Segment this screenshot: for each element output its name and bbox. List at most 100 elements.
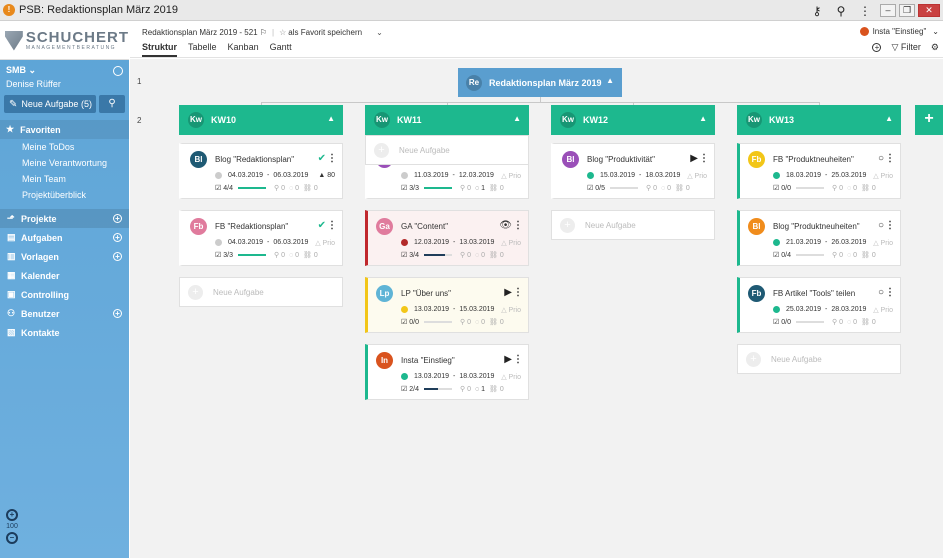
chevron-down-icon[interactable]: ⌄ <box>376 28 383 37</box>
new-task-placeholder[interactable]: + Neue Aufgabe <box>365 135 529 165</box>
nav-users[interactable]: ⚇ Benutzer + <box>0 304 129 323</box>
filter-button[interactable]: ▽ Filter <box>891 42 920 53</box>
progress-bar <box>424 254 453 256</box>
week-title: KW13 <box>769 115 795 125</box>
task-card[interactable]: Fb FB "Produktneuheiten" ○ ⋮ 18.03.2019-25.0… <box>737 143 901 199</box>
nav-projects[interactable]: ⬏ Projekte + <box>0 209 129 228</box>
add-column-button[interactable]: + <box>915 105 943 135</box>
task-status-play-icon[interactable]: ▶ <box>504 287 512 298</box>
more-vertical-icon[interactable]: ⋮ <box>885 220 895 231</box>
window-title: PSB: Redaktionsplan März 2019 <box>19 4 178 16</box>
nav-templates[interactable]: ▥ Vorlagen + <box>0 247 129 266</box>
add-project-icon[interactable]: + <box>113 214 122 223</box>
task-card[interactable]: Bl Blog "Produktneuheiten" ○ ⋮ 21.03.2019-26… <box>737 210 901 266</box>
nav-calendar[interactable]: ▦ Kalender <box>0 266 129 285</box>
more-vertical-icon[interactable]: ⋮ <box>327 153 337 164</box>
tab-kanban[interactable]: Kanban <box>228 42 259 57</box>
task-card[interactable]: Bl Blog "Redaktionsplan" ✔ ⋮ 04.03.2019-06.0… <box>179 143 343 199</box>
chevron-up-icon[interactable]: ▲ <box>606 76 614 85</box>
project-breadcrumb[interactable]: Redaktionsplan März 2019 - 521 <box>142 28 258 37</box>
add-icon[interactable]: + <box>872 43 882 52</box>
task-status-play-icon[interactable]: ▶ <box>504 354 512 365</box>
chevron-up-icon[interactable]: ▲ <box>885 114 893 123</box>
task-card[interactable]: Fb FB "Redaktionsplan" ✔ ⋮ 04.03.2019-06.03.… <box>179 210 343 266</box>
star-outline-icon[interactable]: ☆ <box>279 28 286 37</box>
zoom-level: 100 <box>6 523 18 530</box>
more-vertical-icon[interactable]: ⋮ <box>513 220 523 231</box>
link-count: ⛓ 0 <box>489 386 504 393</box>
task-status-play-icon[interactable]: ▶ <box>690 153 698 164</box>
week-column-header[interactable]: Kw KW12 ▲ <box>551 105 715 135</box>
chevron-up-icon[interactable]: ▲ <box>699 114 707 123</box>
task-status-done-icon[interactable]: ✔ <box>318 153 326 164</box>
save-favorite-link[interactable]: als Favorit speichern <box>288 28 362 37</box>
more-vertical-icon[interactable]: ⋮ <box>513 354 523 365</box>
fav-my-responsibility[interactable]: Meine Verantwortung <box>22 155 129 171</box>
restore-button[interactable]: ❐ <box>899 4 915 17</box>
key-icon[interactable]: ⚷ <box>805 4 829 18</box>
new-task-placeholder[interactable]: + Neue Aufgabe <box>179 277 343 307</box>
chevron-up-icon[interactable]: ▲ <box>327 114 335 123</box>
start-date: 13.03.2019 <box>414 373 450 380</box>
start-date: 04.03.2019 <box>228 239 264 246</box>
add-user-icon[interactable]: + <box>113 309 122 318</box>
more-vertical-icon[interactable]: ⋮ <box>699 153 709 164</box>
task-status-open-icon[interactable]: ○ <box>878 287 884 298</box>
new-task-placeholder[interactable]: + Neue Aufgabe <box>737 344 901 374</box>
task-status-open-icon[interactable]: ○ <box>878 220 884 231</box>
more-vertical-icon[interactable]: ⋮ <box>327 220 337 231</box>
search-icon[interactable]: ⚲ <box>829 4 853 18</box>
zoom-in-icon[interactable]: + <box>6 509 18 521</box>
new-task-placeholder[interactable]: + Neue Aufgabe <box>551 210 715 240</box>
task-status-watch-icon[interactable]: 👁 <box>499 220 512 231</box>
fav-my-team[interactable]: Mein Team <box>22 171 129 187</box>
globe-icon[interactable] <box>113 65 123 76</box>
fav-project-overview[interactable]: Projektüberblick <box>22 187 129 203</box>
project-root-card[interactable]: Re Redaktionsplan März 2019 ▲ <box>458 68 622 97</box>
row-number: 1 <box>137 77 142 86</box>
priority: △ Prio <box>873 307 893 314</box>
link-count: ⛓ 0 <box>675 185 690 192</box>
fav-my-todos[interactable]: Meine ToDos <box>22 139 129 155</box>
week-column-header[interactable]: Kw KW11 ▲ <box>365 105 529 135</box>
task-status-open-icon[interactable]: ○ <box>878 153 884 164</box>
checklist-icon: ☑ <box>401 185 408 192</box>
nav-controlling[interactable]: ▣ Controlling <box>0 285 129 304</box>
add-task-icon[interactable]: + <box>113 233 122 242</box>
priority: △ Prio <box>501 173 521 180</box>
nav-favorites[interactable]: ★ Favoriten <box>0 120 129 139</box>
minimize-button[interactable]: – <box>880 4 896 17</box>
tab-structure[interactable]: Struktur <box>142 42 178 57</box>
more-vertical-icon[interactable]: ⋮ <box>853 4 877 18</box>
more-vertical-icon[interactable]: ⋮ <box>885 153 895 164</box>
chevron-up-icon[interactable]: ▲ <box>513 114 521 123</box>
nav-tasks[interactable]: ▤ Aufgaben + <box>0 228 129 247</box>
task-card[interactable]: Lp LP "Über uns" ▶ ⋮ 13.03.2019-15.03.2019 △ … <box>365 277 529 333</box>
org-selector[interactable]: SMB ⌄ <box>6 65 36 76</box>
week-column-header[interactable]: Kw KW10 ▲ <box>179 105 343 135</box>
more-vertical-icon[interactable]: ⋮ <box>885 287 895 298</box>
add-template-icon[interactable]: + <box>113 252 122 261</box>
logo[interactable]: SCHUCHERT MANAGEMENTBERATUNG <box>0 22 129 60</box>
user-name[interactable]: Denise Rüffer <box>0 76 129 95</box>
settings-gear-icon[interactable]: ⚙ <box>931 42 939 53</box>
task-status-done-icon[interactable]: ✔ <box>318 220 326 231</box>
comment-count: ◌ 1 <box>475 385 486 393</box>
close-button[interactable]: ✕ <box>918 4 940 17</box>
task-card[interactable]: Fb FB Artikel "Tools" teilen ○ ⋮ 25.03.2019-… <box>737 277 901 333</box>
week-column-header[interactable]: Kw KW13 ▲ <box>737 105 901 135</box>
tab-table[interactable]: Tabelle <box>188 42 217 57</box>
link-count: ⛓ 0 <box>861 252 876 259</box>
new-task-button[interactable]: ✎ Neue Aufgabe (5) <box>4 95 96 113</box>
context-selector[interactable]: Insta "Einstieg" ⌄ <box>859 27 939 36</box>
more-vertical-icon[interactable]: ⋮ <box>513 287 523 298</box>
zoom-out-icon[interactable]: – <box>6 532 18 544</box>
pin-icon[interactable]: ⚐ <box>258 28 267 37</box>
task-card[interactable]: Bl Blog "Produktivität" ▶ ⋮ 15.03.2019-18.03… <box>551 143 715 199</box>
sidebar-search-button[interactable]: ⚲ <box>99 95 125 113</box>
task-card[interactable]: Ga GA "Content" 👁 ⋮ 12.03.2019-13.03.2019 △ P… <box>365 210 529 266</box>
nav-contacts[interactable]: ▧ Kontakte <box>0 323 129 342</box>
task-footer: ☑ 3/3 ⚲ 0 ◌ 0 ⛓ 0 <box>215 251 343 260</box>
tab-gantt[interactable]: Gantt <box>270 42 292 57</box>
task-card[interactable]: In Insta "Einstieg" ▶ ⋮ 13.03.2019-18.03.201… <box>365 344 529 400</box>
